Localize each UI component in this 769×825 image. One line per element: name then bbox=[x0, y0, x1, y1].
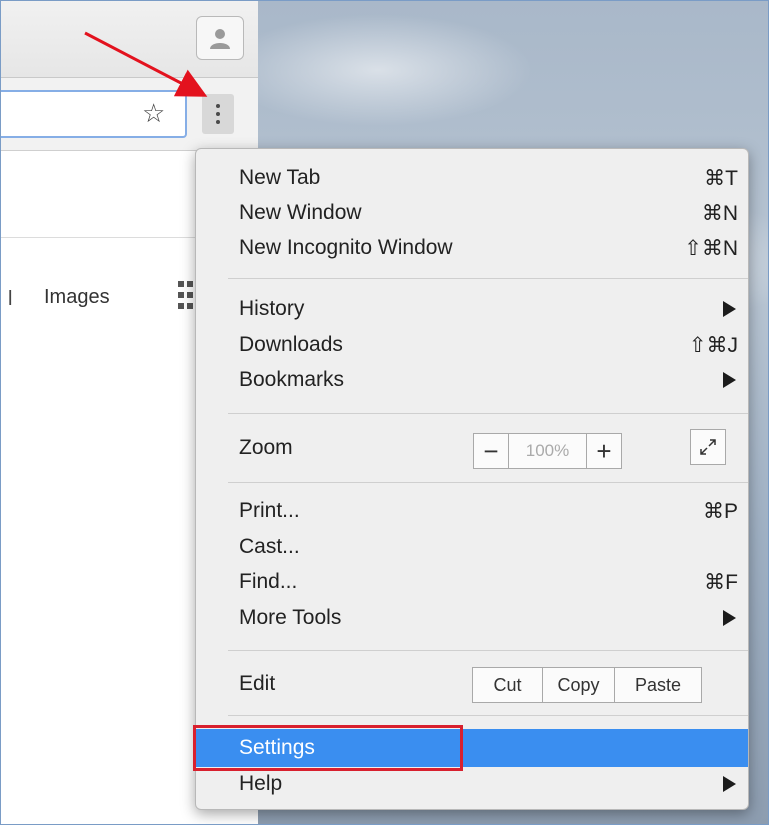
menu-separator bbox=[228, 482, 748, 483]
zoom-level: 100% bbox=[509, 434, 587, 468]
menu-item-label: New Incognito Window bbox=[239, 236, 453, 259]
menu-item-shortcut: ⇧⌘J bbox=[688, 334, 738, 357]
menu-item-label: Settings bbox=[239, 736, 315, 759]
chrome-menu-button[interactable] bbox=[202, 94, 234, 134]
menu-item-shortcut: ⌘P bbox=[702, 500, 738, 523]
menu-dot bbox=[216, 112, 220, 116]
menu-item-downloads[interactable]: Downloads ⇧⌘J bbox=[196, 326, 748, 364]
chrome-menu: New Tab ⌘T New Window ⌘N New Incognito W… bbox=[195, 148, 749, 810]
menu-item-label: Zoom bbox=[239, 436, 293, 459]
menu-item-bookmarks[interactable]: Bookmarks bbox=[196, 361, 748, 399]
menu-item-new-tab[interactable]: New Tab ⌘T bbox=[196, 159, 748, 197]
menu-item-label: Bookmarks bbox=[239, 368, 345, 391]
zoom-out-button[interactable]: − bbox=[474, 434, 509, 468]
menu-item-label: New Window bbox=[239, 201, 362, 224]
menu-item-print[interactable]: Print... ⌘P bbox=[196, 492, 748, 530]
menu-item-label: Print... bbox=[239, 499, 300, 522]
browser-toolbar: ☆ bbox=[0, 78, 258, 151]
menu-item-more-tools[interactable]: More Tools bbox=[196, 599, 748, 637]
menu-item-cast[interactable]: Cast... bbox=[196, 528, 748, 566]
menu-item-label: Downloads bbox=[239, 333, 343, 356]
menu-separator bbox=[228, 413, 748, 414]
menu-separator bbox=[228, 650, 748, 651]
triangle-right-icon bbox=[723, 776, 736, 792]
menu-separator bbox=[228, 715, 748, 716]
edit-controls: Cut Copy Paste bbox=[472, 667, 702, 703]
menu-item-help[interactable]: Help bbox=[196, 765, 748, 803]
triangle-right-icon bbox=[723, 301, 736, 317]
menu-item-shortcut: ⇧⌘N bbox=[684, 237, 738, 260]
fullscreen-button[interactable] bbox=[690, 429, 726, 465]
menu-item-new-incognito-window[interactable]: New Incognito Window ⇧⌘N bbox=[196, 229, 748, 267]
profile-button[interactable] bbox=[196, 16, 244, 60]
menu-item-label: More Tools bbox=[239, 606, 342, 629]
menu-separator bbox=[228, 278, 748, 279]
menu-item-label: Find... bbox=[239, 570, 298, 593]
menu-dot bbox=[216, 120, 220, 124]
paste-button[interactable]: Paste bbox=[615, 668, 701, 702]
zoom-control: − 100% + bbox=[473, 433, 622, 469]
menu-item-label: New Tab bbox=[239, 166, 321, 189]
cut-button[interactable]: Cut bbox=[473, 668, 543, 702]
menu-item-shortcut: ⌘T bbox=[704, 167, 738, 190]
menu-item-shortcut: ⌘F bbox=[704, 571, 738, 594]
menu-item-label: Cast... bbox=[239, 535, 300, 558]
menu-item-find[interactable]: Find... ⌘F bbox=[196, 563, 748, 601]
page-link-partial[interactable]: l bbox=[8, 288, 12, 311]
menu-item-zoom: Zoom bbox=[196, 429, 748, 467]
fullscreen-icon bbox=[700, 439, 716, 455]
menu-item-settings[interactable]: Settings bbox=[196, 729, 748, 767]
tab-strip bbox=[0, 0, 258, 78]
menu-item-label: Help bbox=[239, 772, 283, 795]
three-dots-menu-icon bbox=[216, 104, 220, 108]
zoom-in-button[interactable]: + bbox=[587, 434, 621, 468]
images-link[interactable]: Images bbox=[44, 286, 110, 309]
star-icon[interactable]: ☆ bbox=[142, 98, 165, 128]
triangle-right-icon bbox=[723, 610, 736, 626]
address-bar[interactable]: ☆ bbox=[0, 90, 187, 138]
triangle-right-icon bbox=[723, 372, 736, 388]
person-icon bbox=[210, 29, 230, 49]
copy-button[interactable]: Copy bbox=[543, 668, 615, 702]
menu-item-label: History bbox=[239, 297, 305, 320]
menu-item-shortcut: ⌘N bbox=[701, 202, 738, 225]
menu-item-new-window[interactable]: New Window ⌘N bbox=[196, 194, 748, 232]
menu-item-label: Edit bbox=[239, 672, 276, 695]
menu-item-history[interactable]: History bbox=[196, 290, 748, 328]
